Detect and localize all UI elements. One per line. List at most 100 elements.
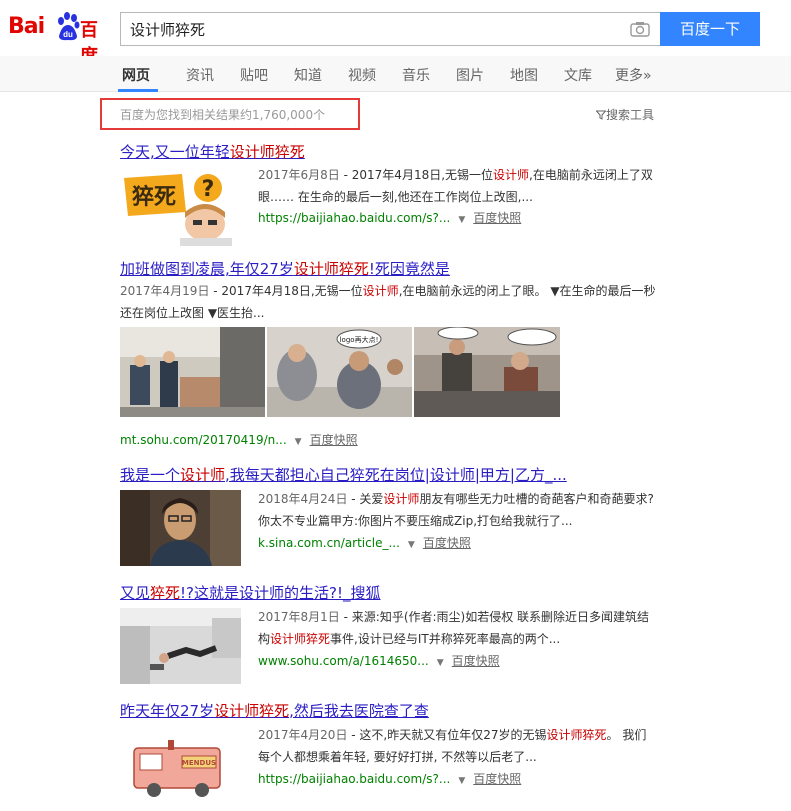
tab-maps[interactable]: 地图 <box>510 65 538 85</box>
result-abstract-3: 2018年4月24日 - 关爱设计师朋友有哪些无力吐槽的奇葩客户和奇葩要求?你太… <box>258 488 658 532</box>
title-text: 加班做图到凌晨,年仅27岁 <box>120 260 294 278</box>
abstract-text: - 2017年4月18日,无锡一位 <box>339 168 494 182</box>
title-text: ,然后我去医院查了查 <box>289 702 429 720</box>
tab-news[interactable]: 资讯 <box>186 65 214 85</box>
abstract-highlight: 设计师猝死 <box>270 632 331 646</box>
result-image-2b[interactable]: logo再大点! <box>267 327 412 417</box>
svg-text:?: ? <box>202 177 215 202</box>
result-title-3[interactable]: 我是一个设计师,我每天都担心自己猝死在岗位|设计师|甲方|乙方_... <box>120 464 567 485</box>
title-text: 我是一个 <box>120 466 181 484</box>
result-title-1[interactable]: 今天,又一位年轻设计师猝死 <box>120 141 305 162</box>
abstract-highlight: 设计师 <box>493 168 530 182</box>
result-thumbnail-4[interactable] <box>120 608 241 684</box>
title-highlight: 设计师 <box>180 466 226 484</box>
result-url-5[interactable]: https://baijiahao.baidu.com/s?... ▼ 百度快照 <box>258 770 521 787</box>
tab-zhidao[interactable]: 知道 <box>294 65 322 85</box>
search-input[interactable]: 设计师猝死 <box>120 12 660 46</box>
result-url-text[interactable]: mt.sohu.com/20170419/n... <box>120 433 287 447</box>
title-text: ,我每天都担心自己猝死在岗位|设计师|甲方|乙方_... <box>225 466 567 484</box>
result-image-2c[interactable] <box>414 327 560 417</box>
search-query: 设计师猝死 <box>130 21 206 39</box>
abstract-highlight: 设计师猝死 <box>546 728 607 742</box>
result-abstract-2: 2017年4月19日 - 2017年4月18日,无锡一位设计师,在电脑前永远的闭… <box>120 280 660 324</box>
title-highlight: 猝死 <box>150 584 181 602</box>
dropdown-arrow-icon[interactable]: ▼ <box>437 658 444 668</box>
result-date: 2017年4月19日 <box>120 284 210 298</box>
result-date: 2017年4月20日 <box>258 728 348 742</box>
title-highlight: 设计师猝死 <box>229 143 305 161</box>
result-title-2[interactable]: 加班做图到凌晨,年仅27岁设计师猝死!死因竟然是 <box>120 258 450 279</box>
man-photo <box>120 490 241 566</box>
snapshot-link[interactable]: 百度快照 <box>452 654 500 668</box>
abstract-highlight: 设计师 <box>383 492 420 506</box>
search-button[interactable]: 百度一下 <box>660 12 760 46</box>
speech-bubble-text: logo再大点! <box>340 335 379 344</box>
abstract-text: - 2017年4月18日,无锡一位 <box>209 284 363 298</box>
office-photo <box>120 327 265 417</box>
tabs-bar: 网页 资讯 贴吧 知道 视频 音乐 图片 地图 文库 更多» <box>0 56 791 92</box>
title-text: !?这就是设计师的生活?!_搜狐 <box>180 584 381 602</box>
title-highlight: 设计师猝死 <box>293 260 369 278</box>
result-image-2a[interactable] <box>120 327 265 417</box>
tab-web[interactable]: 网页 <box>122 65 150 85</box>
result-url-3[interactable]: k.sina.com.cn/article_... ▼ 百度快照 <box>258 534 471 551</box>
result-abstract-4: 2017年8月1日 - 来源:知乎(作者:雨尘)如若侵权 联系删除近日多闻建筑结… <box>258 606 658 650</box>
result-abstract-1: 2017年6月8日 - 2017年4月18日,无锡一位设计师,在电脑前永远闭上了… <box>258 164 658 208</box>
header: Bai du 百度 设计师猝死 百度一下 <box>0 0 791 67</box>
snapshot-link[interactable]: 百度快照 <box>310 433 358 447</box>
title-text: 昨天年仅27岁 <box>120 702 215 720</box>
dropdown-arrow-icon[interactable]: ▼ <box>458 215 465 225</box>
ambulance-sign-text: MENDUS <box>182 759 216 767</box>
abstract-text: - 这不,昨天就又有位年仅27岁的无锡 <box>347 728 547 742</box>
active-tab-indicator <box>118 89 158 92</box>
abstract-highlight: 设计师 <box>362 284 399 298</box>
result-count: 百度为您找到相关结果约1,760,000个 <box>120 108 326 122</box>
tab-video[interactable]: 视频 <box>348 65 376 85</box>
thumbnail-caption: 猝死 <box>132 184 176 210</box>
result-url-text[interactable]: https://baijiahao.baidu.com/s?... <box>258 211 450 225</box>
thumbnail-illustration: 猝死 ? <box>120 166 241 246</box>
ambulance-illustration: MENDUS <box>120 726 241 804</box>
result-title-4[interactable]: 又见猝死!?这就是设计师的生活?!_搜狐 <box>120 582 380 603</box>
tab-wenku[interactable]: 文库 <box>564 65 592 85</box>
fallen-worker-photo <box>120 608 241 684</box>
result-thumbnail-1[interactable]: 猝死 ? <box>120 166 241 246</box>
result-title-5[interactable]: 昨天年仅27岁设计师猝死,然后我去医院查了查 <box>120 700 429 721</box>
result-url-text[interactable]: https://baijiahao.baidu.com/s?... <box>258 772 450 786</box>
snapshot-link[interactable]: 百度快照 <box>473 211 521 225</box>
title-text: 又见 <box>120 584 151 602</box>
tab-tieba[interactable]: 贴吧 <box>240 65 268 85</box>
result-thumbnail-5[interactable]: MENDUS <box>120 726 241 804</box>
paw-icon: du <box>58 12 80 41</box>
tab-images[interactable]: 图片 <box>456 65 484 85</box>
result-url-4[interactable]: www.sohu.com/a/1614650... ▼ 百度快照 <box>258 652 500 669</box>
result-thumbnail-3[interactable] <box>120 490 241 566</box>
title-highlight: 设计师猝死 <box>214 702 290 720</box>
tab-more[interactable]: 更多» <box>615 65 652 85</box>
office-group-photo <box>414 327 560 417</box>
result-url-2[interactable]: mt.sohu.com/20170419/n... ▼ 百度快照 <box>120 431 358 448</box>
search-tools-button[interactable]: 搜索工具 <box>595 106 655 123</box>
search-tools-label: 搜索工具 <box>606 108 655 122</box>
baidu-logo[interactable]: Bai du 百度 <box>8 10 112 67</box>
result-date: 2018年4月24日 <box>258 492 348 506</box>
result-date: 2017年8月1日 <box>258 610 340 624</box>
dropdown-arrow-icon[interactable]: ▼ <box>408 540 415 550</box>
filter-icon <box>595 110 607 120</box>
camera-icon[interactable] <box>630 21 650 37</box>
result-url-text[interactable]: www.sohu.com/a/1614650... <box>258 654 429 668</box>
result-url-1[interactable]: https://baijiahao.baidu.com/s?... ▼ 百度快照 <box>258 209 521 226</box>
abstract-text: - 关爱 <box>347 492 384 506</box>
result-abstract-5: 2017年4月20日 - 这不,昨天就又有位年仅27岁的无锡设计师猝死。 我们每… <box>258 724 658 768</box>
title-text: !死因竟然是 <box>368 260 450 278</box>
dropdown-arrow-icon[interactable]: ▼ <box>458 776 465 786</box>
snapshot-link[interactable]: 百度快照 <box>423 536 471 550</box>
abstract-text: 事件,设计已经与IT并称猝死率最高的两个... <box>330 632 561 646</box>
comic-photo: logo再大点! <box>267 327 412 417</box>
result-url-text[interactable]: k.sina.com.cn/article_... <box>258 536 400 550</box>
dropdown-arrow-icon[interactable]: ▼ <box>295 437 302 447</box>
tab-music[interactable]: 音乐 <box>402 65 430 85</box>
logo-du-text: du <box>63 30 73 39</box>
snapshot-link[interactable]: 百度快照 <box>473 772 521 786</box>
title-text: 今天,又一位年轻 <box>120 143 230 161</box>
